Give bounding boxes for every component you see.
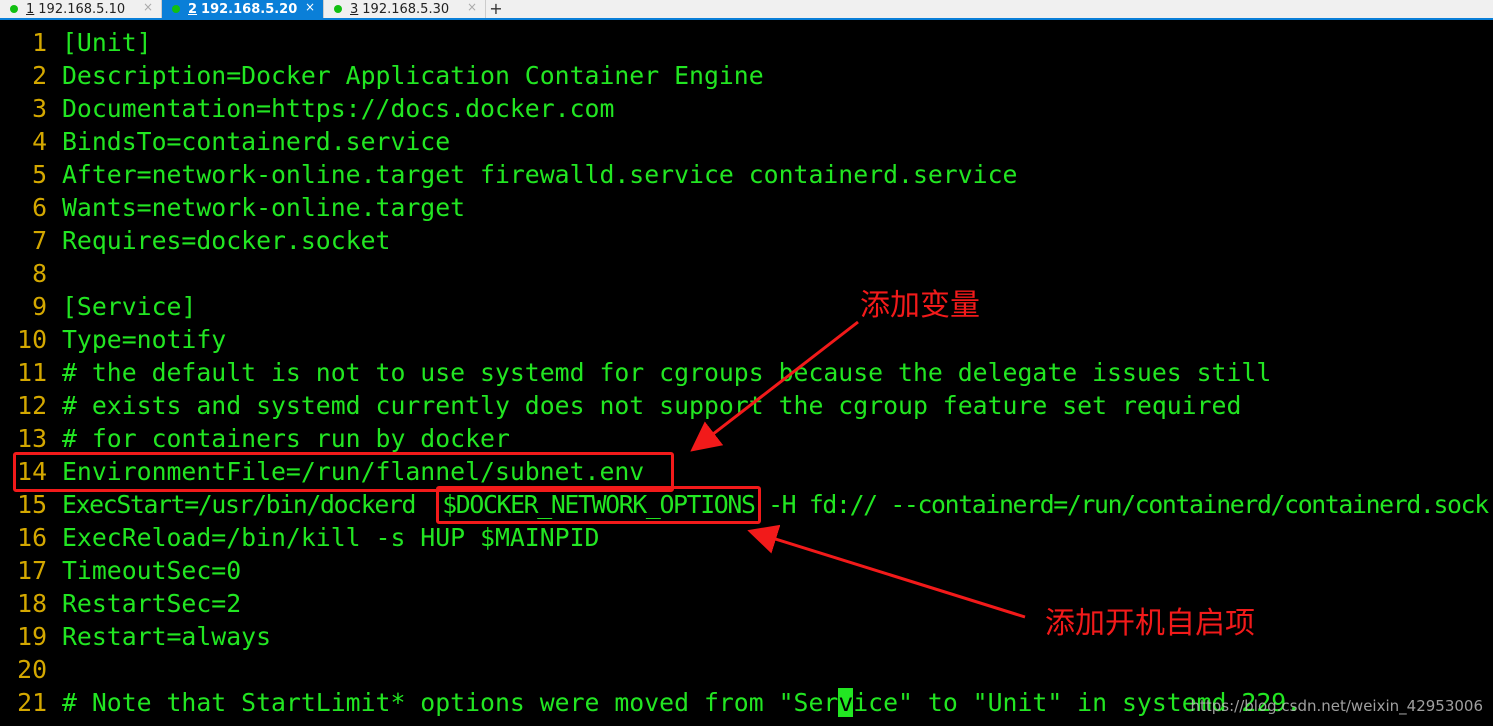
watermark: https://blog.csdn.net/weixin_42953006 — [1190, 697, 1483, 715]
arrow-to-environmentfile — [690, 320, 859, 452]
arrow-to-network-options — [747, 524, 1026, 619]
annotation-arrows — [690, 320, 1026, 619]
annotation-add-variable: 添加变量 — [860, 288, 980, 323]
annotation-add-boot-item: 添加开机自启项 — [1045, 606, 1255, 641]
